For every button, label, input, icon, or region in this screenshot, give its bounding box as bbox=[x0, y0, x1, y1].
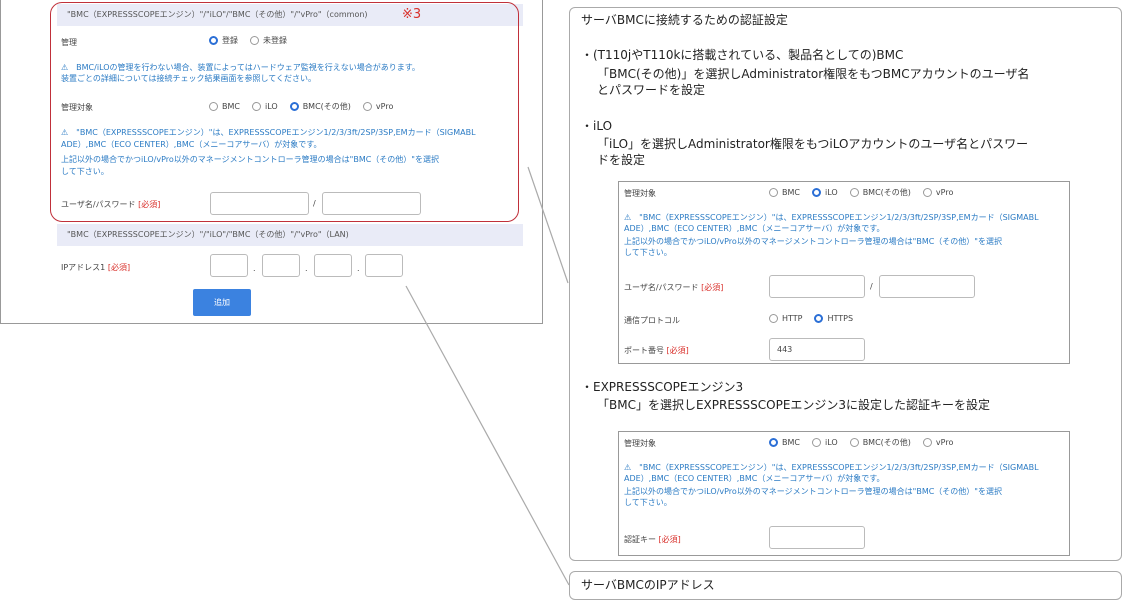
ilo-heading: ・iLO bbox=[581, 119, 613, 133]
ilo-note-line1: ⚠ "BMC（EXPRESSSCOPEエンジン）"は、EXPRESSSCOPEエ… bbox=[624, 213, 1039, 222]
ilo-target-radio-group: BMC iLO BMC(その他) vPro bbox=[769, 187, 965, 198]
ilo-target-bmc-radio[interactable]: BMC bbox=[769, 187, 800, 198]
radio-empty-icon bbox=[769, 314, 778, 323]
exp-authkey-input[interactable] bbox=[769, 526, 865, 549]
ilo-target-bmc-other-radio[interactable]: BMC(その他) bbox=[849, 187, 911, 198]
radio-empty-icon bbox=[922, 188, 932, 197]
protocol-https-radio[interactable]: HTTPS bbox=[814, 314, 853, 323]
exp-target-bmc-radio[interactable]: BMC bbox=[769, 437, 800, 448]
ilo-target-vpro-radio[interactable]: vPro bbox=[922, 187, 953, 198]
ilo-port-label: ポート番号 [必須] bbox=[624, 346, 689, 355]
exp-note-line1: ⚠ "BMC（EXPRESSSCOPEエンジン）"は、EXPRESSSCOPEエ… bbox=[624, 463, 1039, 472]
auth-settings-callout: サーバBMCに接続するための認証設定 ・(T110jやT110kに搭載されている… bbox=[569, 7, 1122, 561]
exp-note-line4: して下さい。 bbox=[624, 498, 672, 507]
exp-heading: ・EXPRESSSCOPEエンジン3 bbox=[581, 380, 744, 394]
radio-empty-icon bbox=[769, 188, 778, 197]
ilo-userpass-label: ユーザ名/パスワード [必須] bbox=[624, 283, 724, 292]
ilo-userpass-separator: / bbox=[870, 282, 873, 291]
ilo-target-ilo-radio[interactable]: iLO bbox=[811, 187, 838, 198]
ilo-username-input[interactable] bbox=[769, 275, 865, 298]
radio-selected-icon bbox=[814, 314, 824, 323]
radio-empty-icon bbox=[922, 438, 932, 447]
exp-target-label: 管理対象 bbox=[624, 439, 656, 448]
radio-selected-icon bbox=[769, 438, 778, 447]
radio-empty-icon bbox=[849, 188, 859, 197]
exp-note-line3: 上記以外の場合でかつiLO/vPro以外のマネージメントコントローラ管理の場合は… bbox=[624, 487, 1002, 496]
radio-empty-icon bbox=[811, 438, 821, 447]
ilo-note-line2: ADE）,BMC（ECO CENTER）,BMC（メニーコアサーバ）が対象です。 bbox=[624, 224, 885, 233]
auth-callout-title: サーバBMCに接続するための認証設定 bbox=[581, 13, 788, 27]
exp-note-line2: ADE）,BMC（ECO CENTER）,BMC（メニーコアサーバ）が対象です。 bbox=[624, 474, 885, 483]
exp-target-radio-group: BMC iLO BMC(その他) vPro bbox=[769, 437, 965, 448]
exp-example-panel: 管理対象 BMC iLO BMC(その他) vPro ⚠ "BMC（EXPRES… bbox=[618, 431, 1070, 556]
radio-empty-icon bbox=[849, 438, 859, 447]
exp-target-ilo-radio[interactable]: iLO bbox=[811, 437, 838, 448]
ilo-protocol-radio-group: HTTP HTTPS bbox=[769, 314, 865, 323]
ilo-note-line3: 上記以外の場合でかつiLO/vPro以外のマネージメントコントローラ管理の場合は… bbox=[624, 237, 1002, 246]
ilo-note-line4: して下さい。 bbox=[624, 248, 672, 257]
ilo-protocol-label: 通信プロトコル bbox=[624, 316, 680, 325]
ilo-example-panel: 管理対象 BMC iLO BMC(その他) vPro ⚠ "BMC（EXPRES… bbox=[618, 181, 1070, 364]
ilo-port-input[interactable]: 443 bbox=[769, 338, 865, 361]
bmc-desc-line1: 「BMC(その他)」を選択しAdministrator権限をもつBMCアカウント… bbox=[597, 67, 1030, 81]
ip-address-callout: サーバBMCのIPアドレス bbox=[569, 571, 1122, 600]
radio-selected-icon bbox=[811, 188, 821, 197]
ilo-target-label: 管理対象 bbox=[624, 189, 656, 198]
exp-authkey-label: 認証キー [必須] bbox=[624, 535, 681, 544]
ilo-desc-line1: 「iLO」を選択しAdministrator権限をもつiLOアカウントのユーザ名… bbox=[597, 137, 1029, 151]
ilo-desc-line2: ドを設定 bbox=[597, 153, 646, 167]
bmc-desc-line2: とパスワードを設定 bbox=[597, 83, 706, 97]
exp-desc: 「BMC」を選択しEXPRESSSCOPEエンジン3に設定した認証キーを設定 bbox=[597, 398, 991, 412]
ilo-password-input[interactable] bbox=[879, 275, 975, 298]
exp-target-bmc-other-radio[interactable]: BMC(その他) bbox=[849, 437, 911, 448]
ip-callout-title: サーバBMCのIPアドレス bbox=[581, 578, 715, 592]
protocol-http-radio[interactable]: HTTP bbox=[769, 314, 802, 323]
exp-target-vpro-radio[interactable]: vPro bbox=[922, 437, 953, 448]
bmc-heading: ・(T110jやT110kに搭載されている、製品名としての)BMC bbox=[581, 48, 904, 62]
